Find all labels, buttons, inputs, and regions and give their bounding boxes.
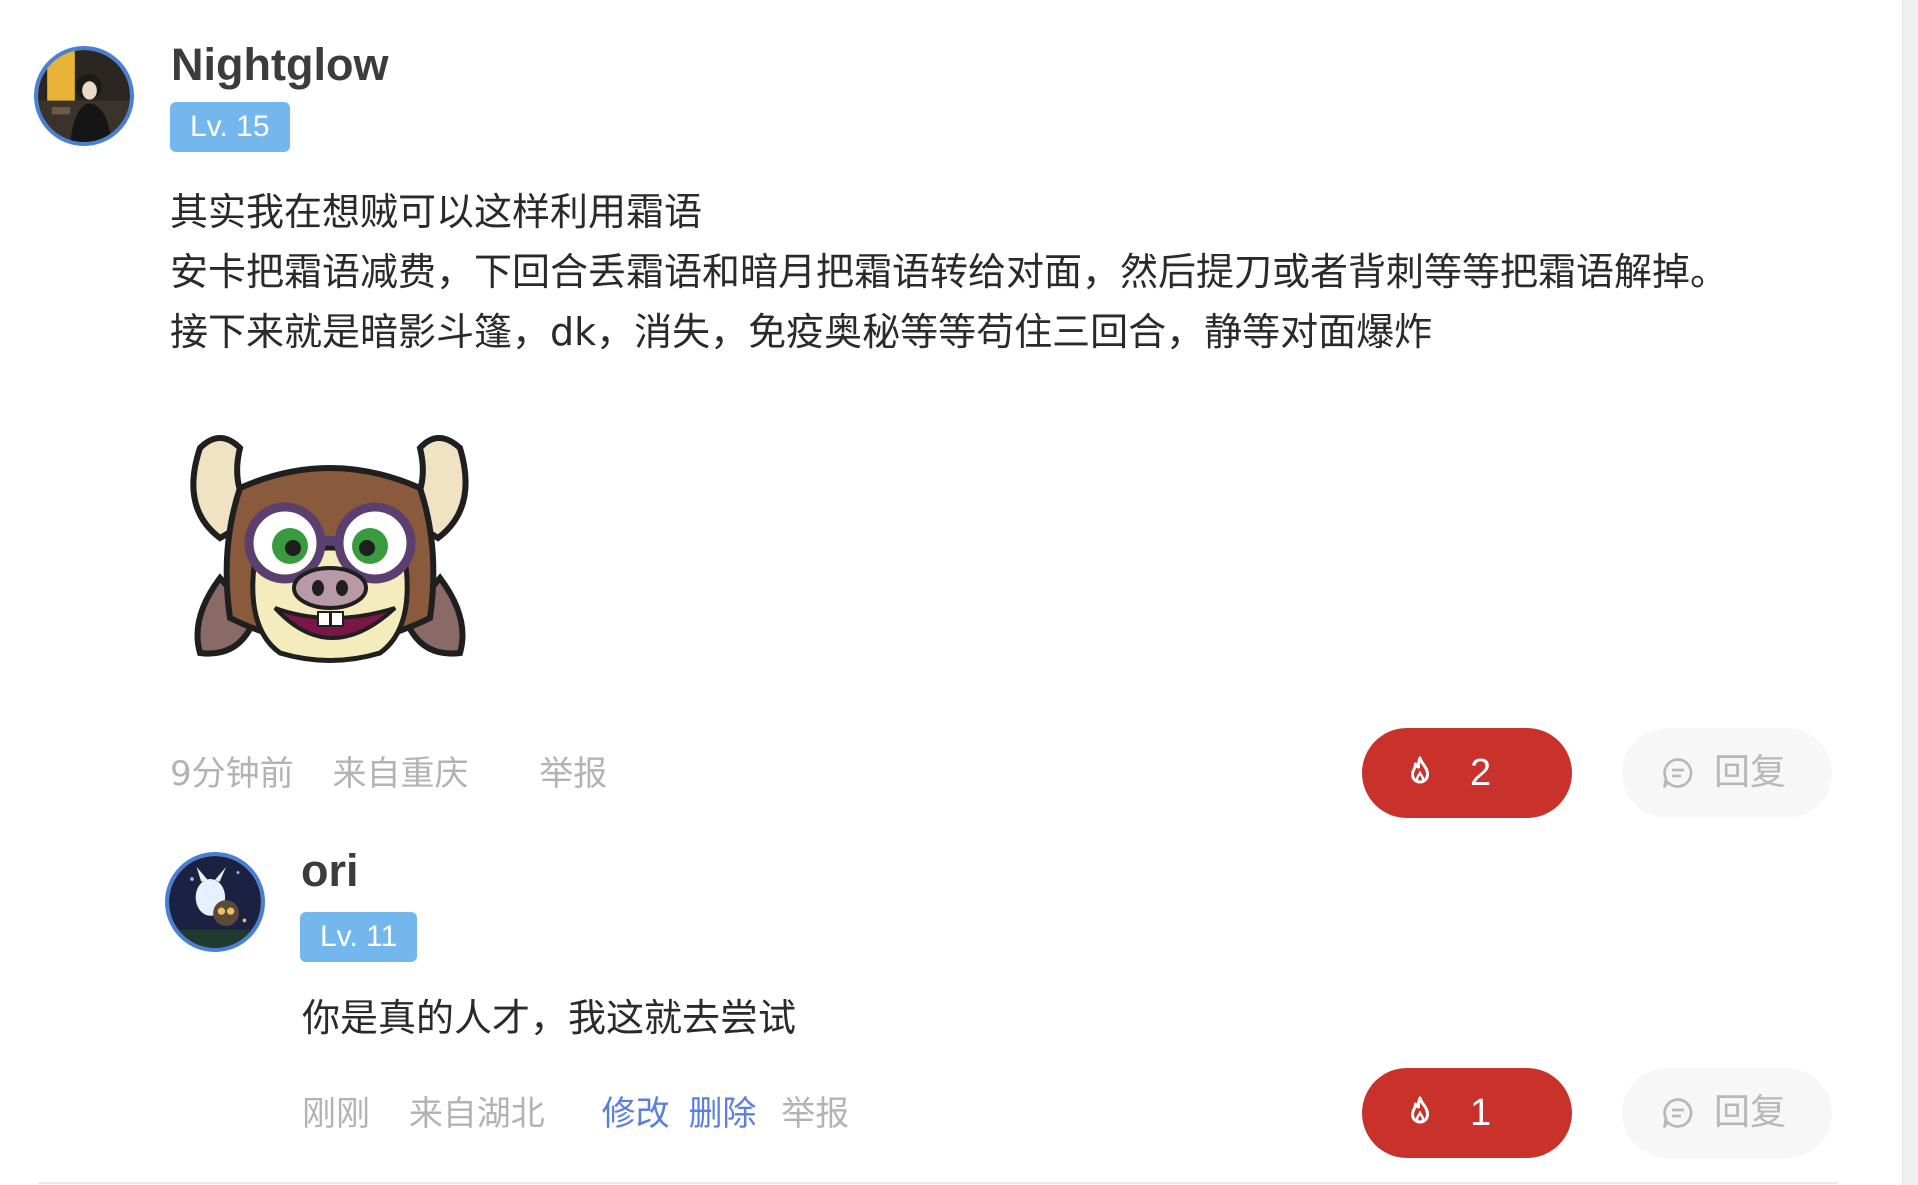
delete-link[interactable]: 删除 (688, 1094, 756, 1134)
like-count: 1 (1470, 1092, 1492, 1134)
comment-location: 来自重庆 (332, 754, 469, 794)
edit-link[interactable]: 修改 (602, 1094, 670, 1134)
username[interactable]: ori (301, 848, 359, 893)
cow-glasses-sticker (190, 435, 469, 663)
reply-label: 回复 (1714, 752, 1787, 793)
reply-body: 你是真的人才，我这就去尝试 (302, 988, 796, 1048)
avatar-image (169, 856, 261, 948)
flame-icon (1411, 1096, 1429, 1124)
like-count: 2 (1470, 752, 1492, 794)
comment-meta: 9分钟前 来自重庆 举报 (170, 754, 607, 794)
comment-thread: Nightglow Lv. 15 其实我在想贼可以这样利用霜语 安卡把霜语减费，… (0, 0, 1918, 1185)
username[interactable]: Nightglow (171, 42, 388, 87)
reply-button[interactable]: 回复 (1622, 728, 1832, 818)
comment-body: 其实我在想贼可以这样利用霜语 安卡把霜语减费，下回合丢霜语和暗月把霜语转给对面，… (170, 182, 1728, 362)
user-avatar-nightglow[interactable] (34, 46, 134, 146)
thread-divider (38, 1182, 1838, 1184)
chat-bubble-icon (1663, 1098, 1693, 1128)
flame-icon (1411, 756, 1429, 784)
comment-line: 其实我在想贼可以这样利用霜语 (170, 190, 703, 234)
level-badge: Lv. 11 (300, 912, 418, 962)
report-link[interactable]: 举报 (539, 754, 607, 794)
comment-line: 接下来就是暗影斗篷，dk，消失，免疫奥秘等等苟住三回合，静等对面爆炸 (170, 310, 1433, 354)
reply-button[interactable]: 回复 (1622, 1068, 1832, 1158)
comment-line: 安卡把霜语减费，下回合丢霜语和暗月把霜语转给对面，然后提刀或者背刺等等把霜语解掉… (170, 250, 1729, 294)
avatar-image (38, 50, 130, 142)
scrollbar[interactable] (1902, 0, 1918, 1185)
like-button[interactable]: 1 (1362, 1068, 1572, 1158)
level-badge: Lv. 15 (170, 102, 290, 152)
reply-label: 回复 (1714, 1092, 1787, 1133)
user-avatar-ori[interactable] (165, 852, 265, 952)
report-link[interactable]: 举报 (781, 1094, 849, 1134)
like-button[interactable]: 2 (1362, 728, 1572, 818)
comment-line: 你是真的人才，我这就去尝试 (302, 996, 797, 1040)
comment-time: 9分钟前 (170, 754, 294, 794)
reply-time: 刚刚 (302, 1094, 370, 1134)
reply-meta: 刚刚 来自湖北 修改 删除 举报 (302, 1094, 849, 1134)
chat-bubble-icon (1663, 758, 1693, 788)
reply-location: 来自湖北 (408, 1094, 545, 1134)
